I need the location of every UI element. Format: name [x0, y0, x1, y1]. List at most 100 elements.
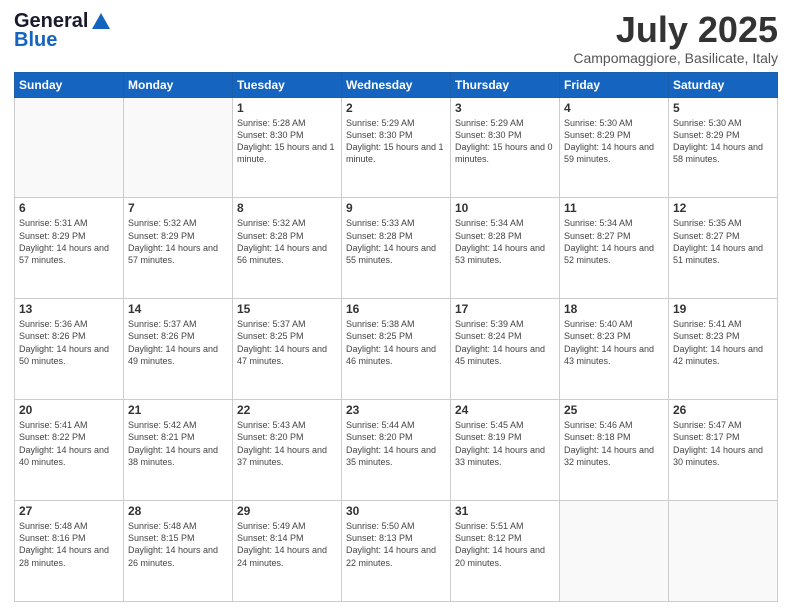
day-number: 24 — [455, 403, 555, 417]
table-row — [669, 501, 778, 602]
day-number: 19 — [673, 302, 773, 316]
table-row: 12 Sunrise: 5:35 AM Sunset: 8:27 PM Dayli… — [669, 198, 778, 299]
day-info: Sunrise: 5:32 AM Sunset: 8:28 PM Dayligh… — [237, 217, 337, 266]
table-row: 27Sunrise: 5:48 AM Sunset: 8:16 PM Dayli… — [15, 501, 124, 602]
day-number: 14 — [128, 302, 228, 316]
day-number: 23 — [346, 403, 446, 417]
header-friday: Friday — [560, 72, 669, 97]
table-row: 21 Sunrise: 5:42 AM Sunset: 8:21 PM Dayli… — [124, 400, 233, 501]
table-row: 6 Sunrise: 5:31 AM Sunset: 8:29 PM Daylig… — [15, 198, 124, 299]
table-row: 10Sunrise: 5:34 AM Sunset: 8:28 PM Dayli… — [451, 198, 560, 299]
day-number: 30 — [346, 504, 446, 518]
day-number: 9 — [346, 201, 446, 215]
table-row: 14Sunrise: 5:37 AM Sunset: 8:26 PM Dayli… — [124, 299, 233, 400]
day-number: 22 — [237, 403, 337, 417]
day-number: 27 — [19, 504, 119, 518]
table-row: 28 Sunrise: 5:48 AM Sunset: 8:15 PM Dayli… — [124, 501, 233, 602]
title-block: July 2025 Campomaggiore, Basilicate, Ita… — [573, 10, 778, 66]
day-number: 18 — [564, 302, 664, 316]
table-row: 16 Sunrise: 5:38 AM Sunset: 8:25 PM Dayli… — [342, 299, 451, 400]
header-monday: Monday — [124, 72, 233, 97]
table-row: 23Sunrise: 5:44 AM Sunset: 8:20 PM Dayli… — [342, 400, 451, 501]
day-number: 6 — [19, 201, 119, 215]
table-row: 15Sunrise: 5:37 AM Sunset: 8:25 PM Dayli… — [233, 299, 342, 400]
table-row: 26 Sunrise: 5:47 AM Sunset: 8:17 PM Dayli… — [669, 400, 778, 501]
table-row: 30 Sunrise: 5:50 AM Sunset: 8:13 PM Dayli… — [342, 501, 451, 602]
table-row — [560, 501, 669, 602]
day-info: Sunrise: 5:35 AM Sunset: 8:27 PM Dayligh… — [673, 217, 773, 266]
table-row: 13Sunrise: 5:36 AM Sunset: 8:26 PM Dayli… — [15, 299, 124, 400]
day-number: 4 — [564, 101, 664, 115]
table-row: 22 Sunrise: 5:43 AM Sunset: 8:20 PM Dayli… — [233, 400, 342, 501]
day-number: 21 — [128, 403, 228, 417]
table-row: 5 Sunrise: 5:30 AM Sunset: 8:29 PM Daylig… — [669, 97, 778, 198]
day-info: Sunrise: 5:37 AM Sunset: 8:25 PM Dayligh… — [237, 318, 337, 367]
day-number: 29 — [237, 504, 337, 518]
header-tuesday: Tuesday — [233, 72, 342, 97]
day-number: 17 — [455, 302, 555, 316]
logo: General Blue — [14, 10, 112, 52]
day-number: 7 — [128, 201, 228, 215]
table-row: 17 Sunrise: 5:39 AM Sunset: 8:24 PM Dayli… — [451, 299, 560, 400]
table-row: 4 Sunrise: 5:30 AM Sunset: 8:29 PM Daylig… — [560, 97, 669, 198]
day-number: 11 — [564, 201, 664, 215]
calendar-body: 1Sunrise: 5:28 AM Sunset: 8:30 PM Daylig… — [15, 97, 778, 601]
table-row — [15, 97, 124, 198]
calendar-table: Sunday Monday Tuesday Wednesday Thursday… — [14, 72, 778, 602]
header-saturday: Saturday — [669, 72, 778, 97]
day-info: Sunrise: 5:29 AM Sunset: 8:30 PM Dayligh… — [455, 117, 555, 166]
table-row: 19 Sunrise: 5:41 AM Sunset: 8:23 PM Dayli… — [669, 299, 778, 400]
day-number: 26 — [673, 403, 773, 417]
day-info: Sunrise: 5:30 AM Sunset: 8:29 PM Dayligh… — [564, 117, 664, 166]
header-wednesday: Wednesday — [342, 72, 451, 97]
day-info: Sunrise: 5:34 AM Sunset: 8:27 PM Dayligh… — [564, 217, 664, 266]
day-info: Sunrise: 5:50 AM Sunset: 8:13 PM Dayligh… — [346, 520, 446, 569]
table-row: 20Sunrise: 5:41 AM Sunset: 8:22 PM Dayli… — [15, 400, 124, 501]
day-number: 5 — [673, 101, 773, 115]
day-number: 8 — [237, 201, 337, 215]
table-row: 3Sunrise: 5:29 AM Sunset: 8:30 PM Daylig… — [451, 97, 560, 198]
header-thursday: Thursday — [451, 72, 560, 97]
day-info: Sunrise: 5:40 AM Sunset: 8:23 PM Dayligh… — [564, 318, 664, 367]
day-info: Sunrise: 5:30 AM Sunset: 8:29 PM Dayligh… — [673, 117, 773, 166]
day-info: Sunrise: 5:39 AM Sunset: 8:24 PM Dayligh… — [455, 318, 555, 367]
day-number: 10 — [455, 201, 555, 215]
table-row: 24 Sunrise: 5:45 AM Sunset: 8:19 PM Dayli… — [451, 400, 560, 501]
day-info: Sunrise: 5:41 AM Sunset: 8:23 PM Dayligh… — [673, 318, 773, 367]
day-number: 20 — [19, 403, 119, 417]
day-number: 28 — [128, 504, 228, 518]
calendar-week-row: 13Sunrise: 5:36 AM Sunset: 8:26 PM Dayli… — [15, 299, 778, 400]
table-row — [124, 97, 233, 198]
day-number: 13 — [19, 302, 119, 316]
day-info: Sunrise: 5:43 AM Sunset: 8:20 PM Dayligh… — [237, 419, 337, 468]
day-info: Sunrise: 5:45 AM Sunset: 8:19 PM Dayligh… — [455, 419, 555, 468]
day-number: 16 — [346, 302, 446, 316]
logo-icon — [90, 11, 112, 33]
table-row: 8 Sunrise: 5:32 AM Sunset: 8:28 PM Daylig… — [233, 198, 342, 299]
day-info: Sunrise: 5:29 AM Sunset: 8:30 PM Dayligh… — [346, 117, 446, 166]
day-info: Sunrise: 5:33 AM Sunset: 8:28 PM Dayligh… — [346, 217, 446, 266]
day-info: Sunrise: 5:28 AM Sunset: 8:30 PM Dayligh… — [237, 117, 337, 166]
table-row: 1Sunrise: 5:28 AM Sunset: 8:30 PM Daylig… — [233, 97, 342, 198]
table-row: 31Sunrise: 5:51 AM Sunset: 8:12 PM Dayli… — [451, 501, 560, 602]
day-info: Sunrise: 5:47 AM Sunset: 8:17 PM Dayligh… — [673, 419, 773, 468]
day-info: Sunrise: 5:48 AM Sunset: 8:15 PM Dayligh… — [128, 520, 228, 569]
calendar-week-row: 20Sunrise: 5:41 AM Sunset: 8:22 PM Dayli… — [15, 400, 778, 501]
day-number: 12 — [673, 201, 773, 215]
table-row: 29 Sunrise: 5:49 AM Sunset: 8:14 PM Dayli… — [233, 501, 342, 602]
day-info: Sunrise: 5:49 AM Sunset: 8:14 PM Dayligh… — [237, 520, 337, 569]
calendar-location: Campomaggiore, Basilicate, Italy — [573, 50, 778, 66]
calendar-week-row: 27Sunrise: 5:48 AM Sunset: 8:16 PM Dayli… — [15, 501, 778, 602]
logo-blue: Blue — [14, 29, 57, 52]
day-info: Sunrise: 5:31 AM Sunset: 8:29 PM Dayligh… — [19, 217, 119, 266]
day-number: 31 — [455, 504, 555, 518]
table-row: 2Sunrise: 5:29 AM Sunset: 8:30 PM Daylig… — [342, 97, 451, 198]
day-info: Sunrise: 5:46 AM Sunset: 8:18 PM Dayligh… — [564, 419, 664, 468]
day-info: Sunrise: 5:42 AM Sunset: 8:21 PM Dayligh… — [128, 419, 228, 468]
table-row: 25 Sunrise: 5:46 AM Sunset: 8:18 PM Dayli… — [560, 400, 669, 501]
day-info: Sunrise: 5:32 AM Sunset: 8:29 PM Dayligh… — [128, 217, 228, 266]
weekday-header-row: Sunday Monday Tuesday Wednesday Thursday… — [15, 72, 778, 97]
day-info: Sunrise: 5:38 AM Sunset: 8:25 PM Dayligh… — [346, 318, 446, 367]
table-row: 18 Sunrise: 5:40 AM Sunset: 8:23 PM Dayli… — [560, 299, 669, 400]
day-number: 25 — [564, 403, 664, 417]
